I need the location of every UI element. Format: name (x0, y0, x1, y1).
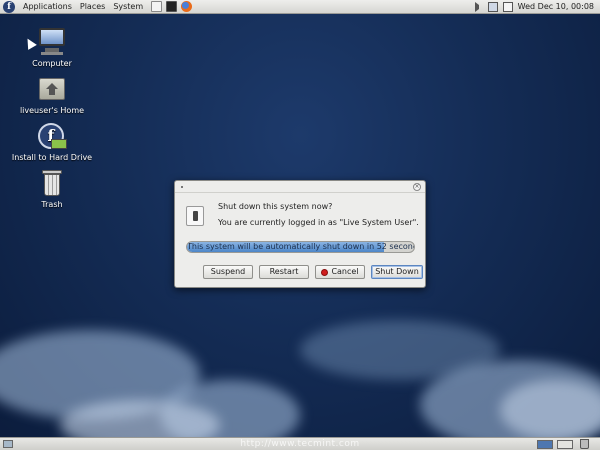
shutdown-button[interactable]: Shut Down (371, 265, 423, 279)
workspace-1[interactable] (537, 440, 553, 449)
menu-applications[interactable]: Applications (19, 2, 76, 11)
dialog-titlebar[interactable]: × (175, 181, 425, 193)
power-switch-icon (186, 206, 204, 226)
workspace-2[interactable] (557, 440, 573, 449)
desktop-icon-trash[interactable]: Trash (7, 168, 97, 209)
system-tray: Wed Dec 10, 00:08 (474, 0, 600, 14)
top-panel: f Applications Places System Wed Dec 10,… (0, 0, 600, 14)
dialog-buttons: Suspend Restart Cancel Shut Down (203, 265, 423, 279)
window-menu-icon[interactable] (181, 186, 183, 188)
countdown-progress-bar: This system will be automatically shut d… (186, 241, 415, 253)
menu-system[interactable]: System (109, 2, 147, 11)
cancel-label: Cancel (331, 267, 359, 276)
close-icon[interactable]: × (413, 183, 421, 191)
desktop-icon-label: Install to Hard Drive (11, 153, 93, 162)
menu-places[interactable]: Places (76, 2, 109, 11)
desktop-icon-computer[interactable]: Computer (7, 27, 97, 68)
desktop-icon-label: liveuser's Home (19, 106, 85, 115)
home-folder-icon (37, 74, 67, 104)
clock[interactable]: Wed Dec 10, 00:08 (518, 2, 600, 11)
dialog-title: Shut down this system now? (218, 202, 333, 211)
cancel-icon (321, 268, 329, 276)
firefox-icon[interactable] (181, 1, 193, 12)
cancel-button[interactable]: Cancel (315, 265, 365, 279)
network-icon[interactable] (487, 1, 498, 12)
suspend-button[interactable]: Suspend (203, 265, 253, 279)
dialog-message: You are currently logged in as "Live Sys… (218, 218, 419, 227)
desktop-icon-label: Computer (32, 59, 72, 68)
power-icon[interactable] (502, 1, 513, 12)
shutdown-dialog: × Shut down this system now? You are cur… (174, 180, 426, 288)
desktop-icon-label: Trash (41, 200, 63, 209)
cloud (500, 380, 600, 440)
watermark: http://www.tecmint.com (240, 439, 360, 449)
desktop-icon-home[interactable]: liveuser's Home (7, 74, 97, 115)
text-editor-icon[interactable] (151, 1, 163, 12)
terminal-icon[interactable] (166, 1, 178, 12)
restart-button[interactable]: Restart (259, 265, 309, 279)
volume-icon[interactable] (474, 1, 483, 12)
countdown-text: This system will be automatically shut d… (187, 242, 415, 251)
desktop-icon-install[interactable]: f Install to Hard Drive (7, 121, 97, 162)
fedora-logo-icon[interactable]: f (3, 0, 15, 13)
trash-icon (37, 168, 67, 198)
bottom-panel: http://www.tecmint.com (0, 437, 600, 450)
panel-trash-icon[interactable] (580, 439, 589, 449)
computer-icon (37, 27, 67, 57)
install-icon: f (37, 121, 67, 151)
